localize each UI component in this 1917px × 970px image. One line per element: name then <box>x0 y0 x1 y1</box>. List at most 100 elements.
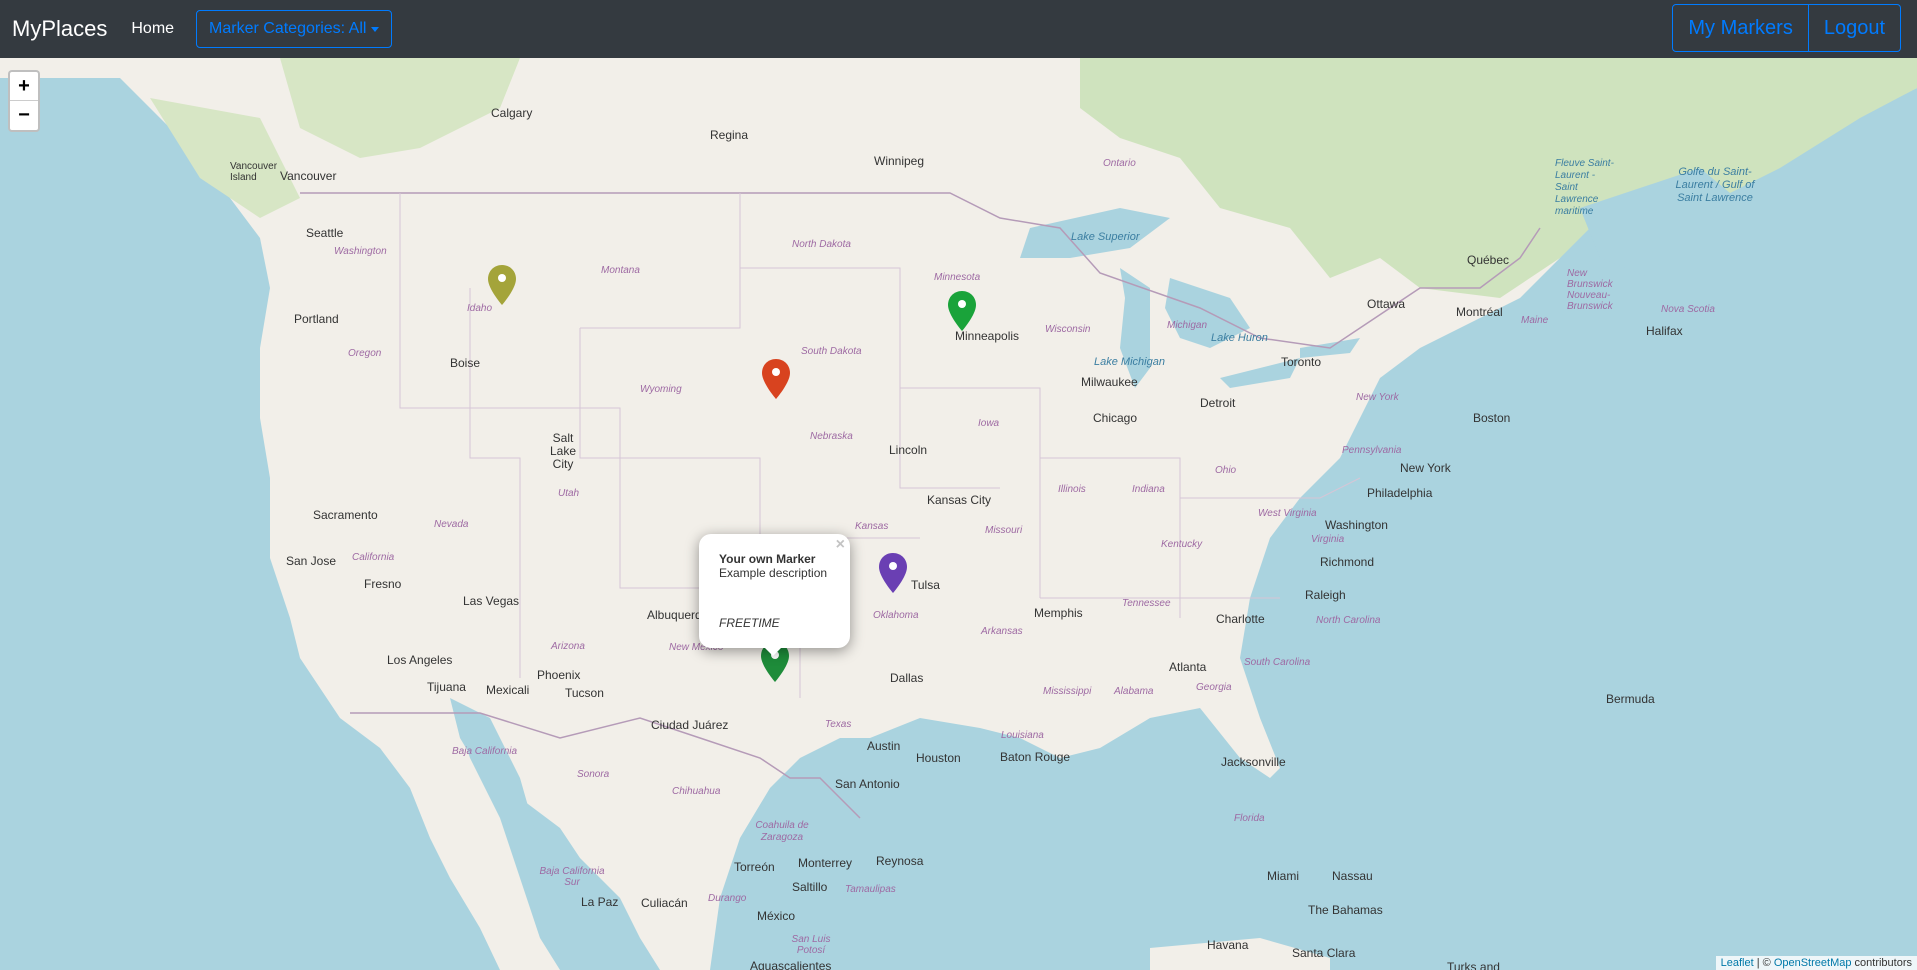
top-navbar: MyPlaces Home Marker Categories: All My … <box>0 0 1917 58</box>
water-label: Lake Michigan <box>1094 356 1165 368</box>
logout-button[interactable]: Logout <box>1808 4 1901 52</box>
city-label: Vancouver <box>280 169 337 183</box>
attribution-contrib: contributors <box>1851 957 1912 969</box>
city-label: Baton Rouge <box>1000 750 1071 764</box>
popup-description: Example description <box>719 566 828 580</box>
state-label: Arkansas <box>981 626 1023 637</box>
city-label: Tulsa <box>911 578 940 592</box>
state-label: Coahuila de Zaragoza <box>755 820 809 843</box>
city-label: Memphis <box>1034 606 1083 620</box>
map-attribution: Leaflet | © OpenStreetMap contributors <box>1715 956 1917 970</box>
city-label: Detroit <box>1200 396 1236 410</box>
state-label: Nevada <box>434 519 469 530</box>
city-label: Raleigh <box>1305 588 1346 602</box>
city-label: Philadelphia <box>1367 486 1433 500</box>
city-label: Québec <box>1467 253 1510 267</box>
city-label: Monterrey <box>798 856 853 870</box>
state-label: Oklahoma <box>873 610 919 621</box>
map-marker-icon[interactable] <box>762 359 790 399</box>
city-label: Dallas <box>890 671 924 685</box>
chevron-down-icon <box>371 26 380 32</box>
zoom-out-button[interactable]: − <box>10 101 38 130</box>
city-label: Miami <box>1267 869 1299 883</box>
popup-title: Your own Marker <box>719 552 816 566</box>
city-label: Lincoln <box>889 443 928 457</box>
zoom-control: + − <box>8 70 40 132</box>
city-label: Ciudad Juárez <box>651 718 729 732</box>
state-label: Baja California <box>452 746 518 757</box>
brand-logo[interactable]: MyPlaces <box>12 16 107 42</box>
city-label: Vancouver Island <box>230 161 278 183</box>
state-label: California <box>352 552 395 563</box>
popup-tip <box>763 646 783 656</box>
city-label: Santa Clara <box>1292 946 1356 960</box>
my-markers-button[interactable]: My Markers <box>1672 4 1809 52</box>
state-label: Maine <box>1521 315 1549 326</box>
marker-categories-label: Marker Categories: All <box>209 20 367 37</box>
state-label: Washington <box>334 246 387 257</box>
city-label: Ottawa <box>1367 297 1406 311</box>
state-label: Utah <box>558 488 580 499</box>
map-marker-icon[interactable] <box>488 265 516 305</box>
city-label: Charlotte <box>1216 612 1265 626</box>
city-label: Tijuana <box>427 680 466 694</box>
state-label: Wyoming <box>640 384 682 395</box>
state-label: Kansas <box>855 521 889 532</box>
city-label: Las Vegas <box>463 594 520 608</box>
state-label: Montana <box>601 265 640 276</box>
city-label: Mexicali <box>486 683 530 697</box>
zoom-in-button[interactable]: + <box>10 72 38 101</box>
city-label: México <box>757 909 796 923</box>
city-label: Los Angeles <box>387 653 453 667</box>
map-base-layer <box>0 58 1917 970</box>
city-label: Seattle <box>306 226 344 240</box>
water-label: Golfe du Saint-Laurent / Gulf of Saint L… <box>1675 166 1755 204</box>
state-label: Michigan <box>1167 320 1208 331</box>
state-label: Arizona <box>551 641 585 652</box>
city-label: San Antonio <box>835 777 900 791</box>
state-label: New Brunswick Nouveau-Brunswick <box>1567 268 1613 312</box>
city-label: Culiacán <box>641 896 688 910</box>
state-label: Baja California Sur <box>539 866 605 888</box>
city-label: Milwaukee <box>1081 375 1138 389</box>
nav-home-link[interactable]: Home <box>131 20 174 38</box>
city-label: Minneapolis <box>955 329 1020 343</box>
city-label: Reynosa <box>876 854 924 868</box>
city-label: Boston <box>1473 411 1511 425</box>
leaflet-link[interactable]: Leaflet <box>1721 957 1754 969</box>
close-icon[interactable]: × <box>836 536 845 554</box>
map-marker-icon[interactable] <box>948 291 976 331</box>
state-label: Wisconsin <box>1045 324 1091 335</box>
state-label: North Dakota <box>792 239 851 250</box>
state-label: Chihuahua <box>672 786 721 797</box>
attribution-sep: | © <box>1753 957 1774 969</box>
water-label: Fleuve Saint-Laurent - Saint Lawrence ma… <box>1555 158 1614 217</box>
state-label: West Virginia <box>1258 508 1317 519</box>
city-label: Houston <box>916 751 961 765</box>
city-label: Austin <box>867 739 901 753</box>
city-label: Saltillo <box>792 880 828 894</box>
map-canvas[interactable]: Calgary Regina Winnipeg Vancouver Island… <box>0 58 1917 970</box>
state-label: Indiana <box>1132 484 1165 495</box>
city-label: Calgary <box>491 106 533 120</box>
state-label: Illinois <box>1058 484 1086 495</box>
city-label: Toronto <box>1281 355 1322 369</box>
city-label: Jacksonville <box>1221 755 1286 769</box>
state-label: Texas <box>825 719 852 730</box>
state-label: Durango <box>708 893 747 904</box>
state-label: South Carolina <box>1244 657 1311 668</box>
state-label: Virginia <box>1311 534 1345 545</box>
state-label: Georgia <box>1196 682 1232 693</box>
state-label: Sonora <box>577 769 610 780</box>
state-label: Ohio <box>1215 465 1237 476</box>
city-label: Turks and <box>1447 960 1500 970</box>
state-label: Iowa <box>978 418 1000 429</box>
city-label: Washington <box>1325 518 1388 532</box>
popup-category: FREETIME <box>719 616 780 630</box>
state-label: Pennsylvania <box>1342 445 1402 456</box>
map-marker-icon[interactable] <box>879 553 907 593</box>
marker-categories-dropdown[interactable]: Marker Categories: All <box>196 10 393 48</box>
state-label: Missouri <box>985 525 1023 536</box>
osm-link[interactable]: OpenStreetMap <box>1774 957 1852 969</box>
state-label: New York <box>1356 392 1399 403</box>
